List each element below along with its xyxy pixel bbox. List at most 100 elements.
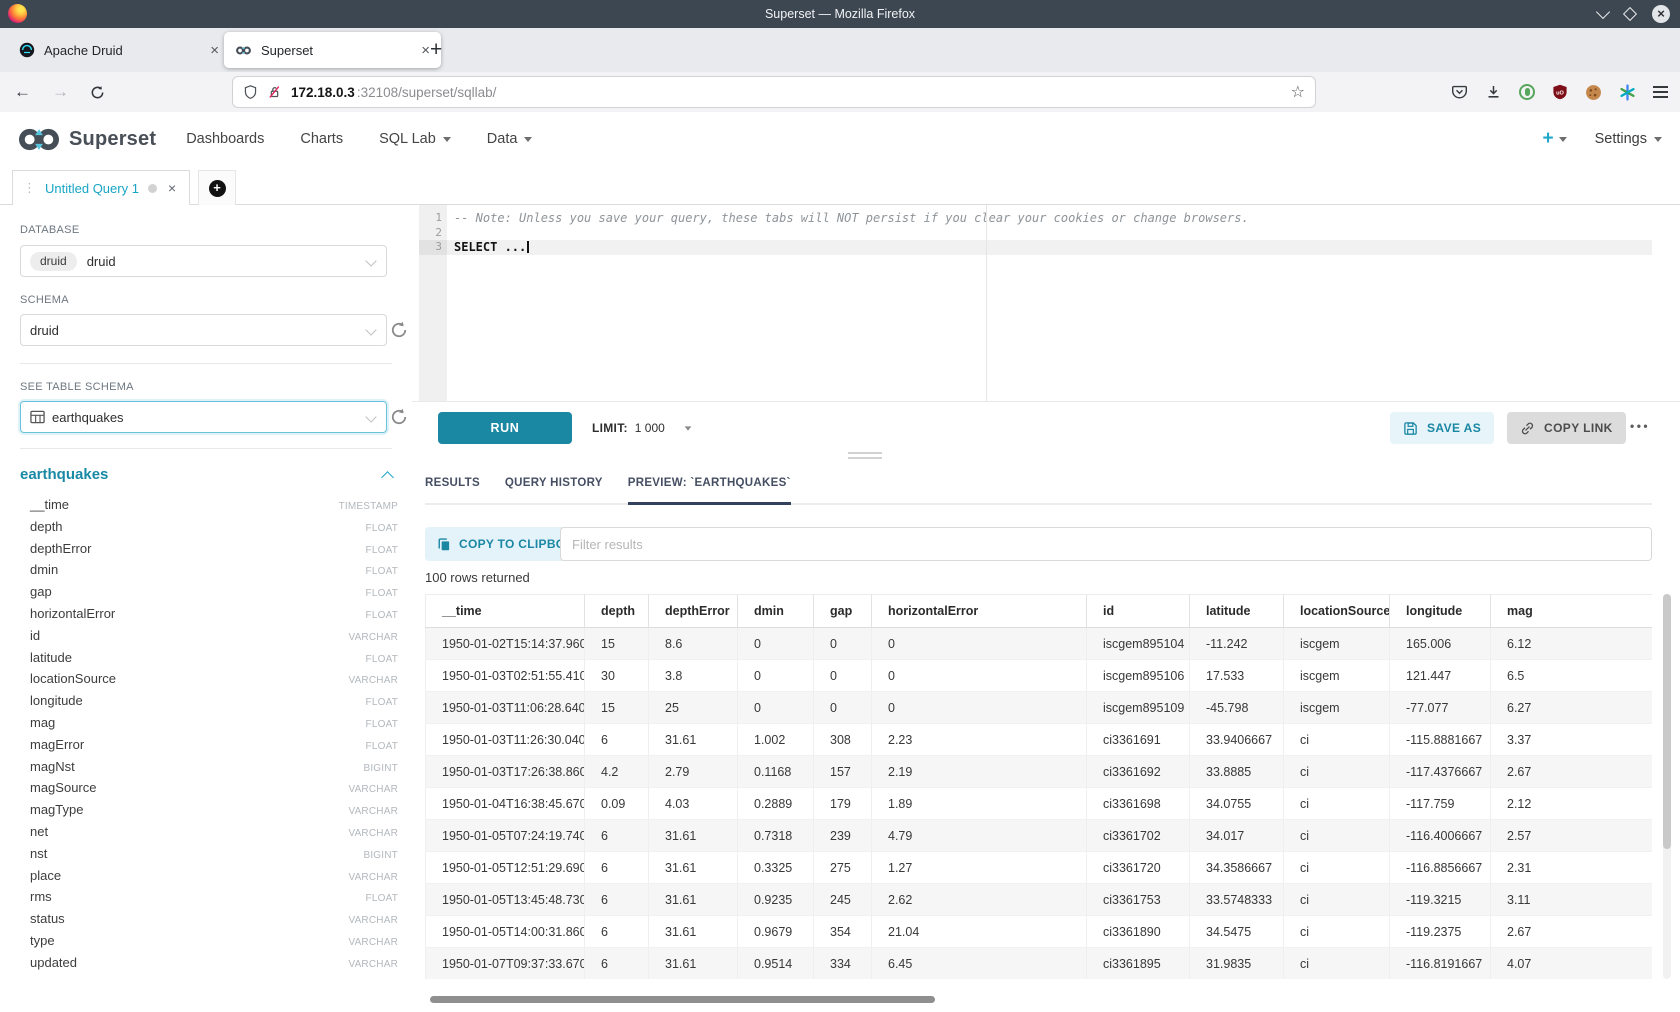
schema-column-row[interactable]: dminFLOAT	[20, 562, 398, 584]
schema-column-row[interactable]: magSourceVARCHAR	[20, 780, 398, 802]
column-header[interactable]: horizontalError	[872, 595, 1087, 628]
schema-column-row[interactable]: magTypeVARCHAR	[20, 802, 398, 824]
schema-column-row[interactable]: locationSourceVARCHAR	[20, 671, 398, 693]
minimize-icon[interactable]	[1596, 5, 1610, 19]
copy-link-button[interactable]: COPY LINK	[1507, 412, 1626, 444]
tab-close-icon[interactable]: ×	[210, 42, 219, 59]
column-header[interactable]: gap	[814, 595, 872, 628]
refresh-schema-icon[interactable]	[389, 320, 409, 340]
table-row[interactable]: 1950-01-03T11:06:28.640Z1525000iscgem895…	[426, 692, 1653, 724]
ublock-icon[interactable]: uO	[1552, 84, 1568, 100]
pane-resize-handle[interactable]	[848, 452, 882, 462]
tab-query-history[interactable]: QUERY HISTORY	[505, 462, 603, 503]
collapse-icon[interactable]	[381, 471, 394, 484]
add-new-button[interactable]: +	[1542, 128, 1566, 150]
table-row[interactable]: 1950-01-02T15:14:37.960Z158.6000iscgem89…	[426, 628, 1653, 660]
nav-dashboards[interactable]: Dashboards	[186, 131, 264, 147]
cookie-icon[interactable]	[1585, 84, 1602, 101]
refresh-table-icon[interactable]	[389, 407, 409, 427]
schema-column-row[interactable]: longitudeFLOAT	[20, 693, 398, 715]
drag-handle-icon[interactable]: ⋮	[23, 180, 36, 196]
settings-menu[interactable]: Settings	[1595, 131, 1662, 147]
column-header[interactable]: locationSource	[1284, 595, 1390, 628]
column-header[interactable]: longitude	[1390, 595, 1491, 628]
table-select[interactable]: earthquakes	[20, 401, 387, 433]
horizontal-scrollbar[interactable]	[430, 996, 935, 1003]
table-row[interactable]: 1950-01-03T17:26:38.860Z4.22.790.1168157…	[426, 756, 1653, 788]
pocket-icon[interactable]	[1451, 84, 1468, 100]
reload-icon[interactable]	[90, 85, 105, 100]
nav-sql-lab[interactable]: SQL Lab	[379, 131, 451, 147]
column-header[interactable]: depth	[585, 595, 649, 628]
forward-icon[interactable]: →	[52, 82, 69, 102]
schema-select[interactable]: druid	[20, 314, 387, 346]
column-header[interactable]: dmin	[738, 595, 814, 628]
close-query-tab-icon[interactable]: ×	[168, 180, 176, 196]
schema-panel-header[interactable]: earthquakes	[20, 466, 392, 483]
query-tab[interactable]: ⋮ Untitled Query 1 ×	[12, 170, 190, 205]
schema-column-row[interactable]: magFLOAT	[20, 715, 398, 737]
insecure-lock-icon[interactable]	[267, 84, 282, 100]
schema-column-row[interactable]: idVARCHAR	[20, 628, 398, 650]
column-header[interactable]: id	[1087, 595, 1190, 628]
vertical-scrollbar-thumb[interactable]	[1663, 594, 1671, 849]
database-select[interactable]: druid druid	[20, 245, 387, 277]
column-header[interactable]: mag	[1491, 595, 1653, 628]
filter-results-input[interactable]	[560, 527, 1652, 561]
back-icon[interactable]: ←	[14, 82, 31, 102]
close-window-icon[interactable]: ×	[1652, 5, 1670, 23]
browser-tab-superset[interactable]: Superset ×	[224, 32, 441, 68]
table-row[interactable]: 1950-01-07T09:37:33.670Z631.610.95143346…	[426, 948, 1653, 980]
schema-column-row[interactable]: updatedVARCHAR	[20, 955, 398, 977]
schema-column-row[interactable]: latitudeFLOAT	[20, 650, 398, 672]
schema-column-row[interactable]: gapFLOAT	[20, 584, 398, 606]
editor-line[interactable]: -- Note: Unless you save your query, the…	[447, 211, 1652, 226]
shield-icon[interactable]	[243, 84, 258, 100]
tab-preview-earthquakes[interactable]: PREVIEW: `EARTHQUAKES`	[628, 462, 791, 503]
schema-column-row[interactable]: __timeTIMESTAMP	[20, 497, 398, 519]
schema-column-row[interactable]: depthErrorFLOAT	[20, 541, 398, 563]
more-actions-button[interactable]: •••	[1630, 419, 1650, 433]
schema-column-row[interactable]: statusVARCHAR	[20, 911, 398, 933]
superset-logo[interactable]: Superset	[16, 126, 156, 153]
tab-close-icon[interactable]: ×	[421, 42, 430, 59]
menu-icon[interactable]	[1653, 86, 1668, 98]
schema-column-row[interactable]: nstBIGINT	[20, 846, 398, 868]
browser-tab-druid[interactable]: Apache Druid ×	[8, 32, 230, 68]
limit-dropdown[interactable]: LIMIT: 1 000	[592, 421, 692, 435]
nav-charts[interactable]: Charts	[300, 131, 343, 147]
column-header[interactable]: latitude	[1190, 595, 1284, 628]
column-header[interactable]: __time	[426, 595, 585, 628]
table-row[interactable]: 1950-01-04T16:38:45.670Z0.094.030.288917…	[426, 788, 1653, 820]
new-query-tab-button[interactable]: +	[198, 170, 236, 205]
sql-editor[interactable]: 123 -- Note: Unless you save your query,…	[419, 205, 1652, 401]
extension-asterisk-icon[interactable]	[1619, 84, 1636, 101]
nav-data[interactable]: Data	[487, 131, 533, 147]
tab-results[interactable]: RESULTS	[425, 462, 480, 503]
extension-green-icon[interactable]	[1519, 84, 1535, 100]
new-tab-button[interactable]: +	[430, 38, 442, 62]
schema-column-row[interactable]: depthFLOAT	[20, 519, 398, 541]
table-row[interactable]: 1950-01-05T12:51:29.690Z631.610.33252751…	[426, 852, 1653, 884]
url-bar[interactable]: 172.18.0.3:32108/superset/sqllab/ ☆	[233, 77, 1315, 107]
schema-column-row[interactable]: magNstBIGINT	[20, 759, 398, 781]
schema-column-row[interactable]: rmsFLOAT	[20, 889, 398, 911]
table-row[interactable]: 1950-01-05T14:00:31.860Z631.610.96793542…	[426, 916, 1653, 948]
table-row[interactable]: 1950-01-05T07:24:19.740Z631.610.73182394…	[426, 820, 1653, 852]
table-row[interactable]: 1950-01-03T02:51:55.410Z303.8000iscgem89…	[426, 660, 1653, 692]
run-button[interactable]: RUN	[438, 412, 572, 444]
editor-line[interactable]: SELECT ...	[447, 240, 1652, 255]
schema-column-row[interactable]: placeVARCHAR	[20, 868, 398, 890]
maximize-icon[interactable]	[1623, 7, 1637, 21]
table-row[interactable]: 1950-01-05T13:45:48.730Z631.610.92352452…	[426, 884, 1653, 916]
editor-line[interactable]	[447, 226, 1652, 241]
schema-column-row[interactable]: typeVARCHAR	[20, 933, 398, 955]
table-row[interactable]: 1950-01-03T11:26:30.040Z631.611.0023082.…	[426, 724, 1653, 756]
bookmark-star-icon[interactable]: ☆	[1291, 82, 1305, 102]
schema-column-row[interactable]: netVARCHAR	[20, 824, 398, 846]
save-as-button[interactable]: SAVE AS	[1390, 412, 1494, 444]
schema-column-row[interactable]: magErrorFLOAT	[20, 737, 398, 759]
schema-column-row[interactable]: horizontalErrorFLOAT	[20, 606, 398, 628]
column-header[interactable]: depthError	[649, 595, 738, 628]
download-icon[interactable]	[1485, 84, 1502, 100]
